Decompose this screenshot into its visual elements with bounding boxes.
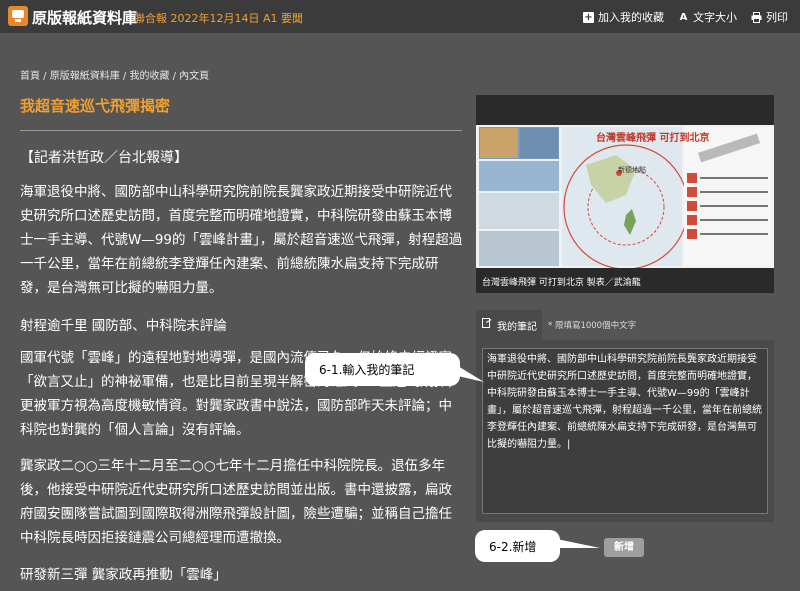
article-image[interactable]: 台灣雲峰飛彈 可打到北京 新德地點 台灣雲峰飛彈 可打到北京 製表／武渝龍 [476,95,774,293]
article-paragraph-1: 海軍退役中將、國防部中山科學研究院前院長龔家政近期接受中研院近代史研究所口述歷史… [20,184,463,296]
top-actions: + 加入我的收藏 A 文字大小 列印 [583,9,788,25]
article-title: 我超音速巡弋飛彈揭密 [20,97,171,115]
infographic-graphic [476,125,774,268]
font-size-icon: A [679,11,688,23]
font-size-button[interactable]: A 文字大小 [678,9,737,25]
image-caption: 台灣雲峰飛彈 可打到北京 製表／武渝龍 [482,278,641,288]
add-to-favorites-label: 加入我的收藏 [598,11,664,24]
print-label: 列印 [766,11,788,24]
app-title: 原版報紙資料庫 [32,9,138,27]
map-location-label: 新德地點 [618,166,646,174]
print-button[interactable]: 列印 [751,9,788,25]
callout-add-note: 6-2.新增 [475,530,560,562]
note-limit-hint: * 限填寫1000個中文字 [548,321,637,331]
title-divider [20,130,462,131]
app-logo-icon[interactable] [8,6,28,26]
issue-info: 聯合報 2022年12月14日 A1 要聞 [134,12,304,25]
article-paragraph-3: 龔家政二○○三年十二月至二○○七年十二月擔任中科院院長。退伍多年後，他接受中研院… [20,458,452,546]
tab-my-notes[interactable]: 我的筆記 [476,310,542,340]
note-icon [482,318,492,332]
article-subhead-2: 研發新三彈 龔家政再推動「雲峰」 [20,567,227,583]
add-to-favorites-button[interactable]: + 加入我的收藏 [583,9,664,25]
note-panel: 海軍退役中將、國防部中山科學研究院前院長龔家政近期接受中研院近代史研究所口述歷史… [476,340,774,522]
print-icon [751,11,762,23]
add-note-button[interactable]: 新增 [604,538,644,557]
infographic-title: 台灣雲峰飛彈 可打到北京 [596,133,710,144]
callout-enter-note: 6-1.輸入我的筆記 [305,353,460,386]
tab-my-notes-label: 我的筆記 [497,321,537,333]
top-bar: 原版報紙資料庫 聯合報 2022年12月14日 A1 要聞 + 加入我的收藏 A… [0,0,800,33]
article-byline: 【記者洪哲政／台北報導】 [20,150,188,166]
plus-icon: + [583,11,594,23]
font-size-label: 文字大小 [693,11,737,24]
note-textarea[interactable]: 海軍退役中將、國防部中山科學研究院前院長龔家政近期接受中研院近代史研究所口述歷史… [482,348,768,514]
missile-infographic: 台灣雲峰飛彈 可打到北京 新德地點 [476,125,774,268]
article-subhead-1: 射程逾千里 國防部、中科院未評論 [20,318,227,334]
breadcrumb[interactable]: 首頁 / 原版報紙資料庫 / 我的收藏 / 內文頁 [20,67,209,82]
